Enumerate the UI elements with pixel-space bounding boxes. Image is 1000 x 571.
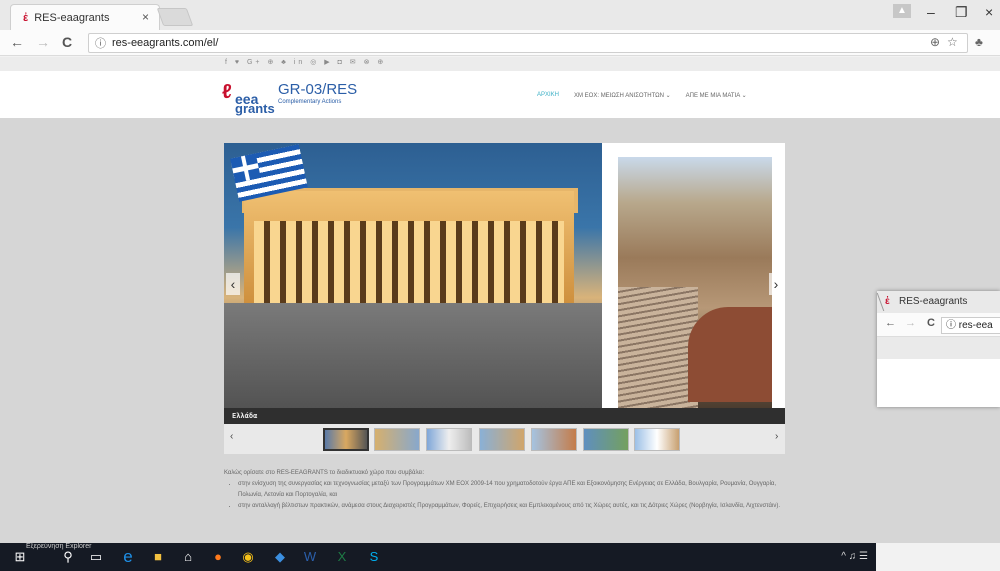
skype-icon[interactable]: S [366, 549, 382, 565]
theatre-seats [618, 287, 698, 409]
site-title: GR-03/RES [278, 81, 358, 98]
user-profile-icon[interactable]: ▲ [893, 4, 911, 18]
site-header: ℓ eea grants GR-03/RES Complementary Act… [0, 71, 1000, 118]
zoom-icon[interactable]: ⊕ [930, 35, 940, 49]
intro-content: Καλώς ορίσατε στο RES-EEAGRANTS το διαδι… [224, 468, 789, 512]
logo-grants: grants [235, 101, 275, 116]
search-icon[interactable]: ⚲ [60, 549, 76, 565]
floating-url: res-eea [958, 320, 993, 331]
floating-tab[interactable]: ἐ RES-eaagrants [876, 291, 1000, 313]
floating-page-strip [877, 337, 1000, 359]
thumbnail-bar: ‹ › [224, 424, 785, 454]
dropbox-icon[interactable]: ◆ [272, 549, 288, 565]
new-tab-button[interactable] [156, 8, 194, 26]
tab-title: RES-eaagrants [34, 11, 110, 24]
list-item: στην ανταλλαγή βέλτιστων πρακτικών, ανάμ… [238, 501, 789, 512]
list-item: στην ενίσχυση της συνεργασίας και τεχνογ… [238, 479, 789, 501]
tab-close-icon[interactable]: × [142, 10, 149, 24]
floating-browser-window[interactable]: ἐ RES-eaagrants ← → C ⓘ res-eea [876, 291, 1000, 407]
slide-caption: Ελλάδα [224, 408, 785, 424]
task-view-icon[interactable]: ▭ [88, 549, 104, 565]
thumb-2[interactable] [374, 428, 420, 451]
favicon-icon: ἐ [23, 11, 29, 24]
floating-tab-title: RES-eaagrants [899, 296, 968, 307]
menu-item-home[interactable]: ΑΡΧΙΚΗ [537, 92, 559, 99]
slider-prev-button[interactable]: ‹ [226, 273, 240, 295]
social-bar: f ♥ G+ ⊕ ♣ in ◎ ▶ ◘ ✉ ⊗ ⊕ [0, 57, 1000, 71]
thumb-1[interactable] [323, 428, 369, 451]
menu-item-programs[interactable]: ΧΜ ΕΟΧ: ΜΕΙΩΣΗ ΑΝΙΣΟΤΗΤΩΝ ⌄ [574, 92, 671, 99]
start-button-icon[interactable]: ⊞ [12, 549, 28, 565]
back-icon[interactable]: ← [885, 317, 896, 329]
browser-tab[interactable]: ἐ RES-eaagrants × [10, 4, 160, 30]
site-info-icon[interactable]: ⓘ [95, 35, 106, 51]
floating-toolbar: ← → C ⓘ res-eea [877, 313, 1000, 337]
thumbs-next-button[interactable]: › [775, 431, 778, 442]
reload-icon[interactable]: C [927, 317, 935, 329]
windows-taskbar: Εξερεύνηση Explorer ⊞ ⚲ ▭ e ■ ⌂ ● ◉ ◆ W … [0, 543, 876, 571]
taskbar-tooltip: Εξερεύνηση Explorer [26, 543, 92, 550]
tab-strip: ἐ RES-eaagrants × ▲ – ❐ × [0, 0, 1000, 30]
acropolis-rock [224, 303, 602, 424]
word-icon[interactable]: W [302, 549, 318, 565]
forward-button[interactable]: → [36, 34, 50, 50]
store-icon[interactable]: ⌂ [180, 549, 196, 565]
back-button[interactable]: ← [10, 34, 24, 50]
bookmark-star-icon[interactable]: ☆ [947, 35, 958, 49]
edge-icon[interactable]: e [120, 548, 136, 565]
close-window-button[interactable]: × [985, 4, 993, 20]
favicon-icon: ἐ [885, 296, 890, 307]
social-icons[interactable]: f ♥ G+ ⊕ ♣ in ◎ ▶ ◘ ✉ ⊗ ⊕ [225, 58, 386, 66]
file-explorer-icon[interactable]: ■ [150, 549, 166, 565]
thumb-6[interactable] [583, 428, 629, 451]
browser-toolbar: ← → C ⓘ res-eeagrants.com/el/ ⊕ ☆ ♣ [0, 30, 1000, 56]
firefox-icon[interactable]: ● [210, 549, 226, 565]
thumb-4[interactable] [479, 428, 525, 451]
theatre-stage [688, 307, 772, 402]
logo-mark-icon: ℓ [222, 81, 232, 103]
system-tray[interactable]: ^ ♫ ☰ [841, 551, 868, 562]
tab-edge [876, 293, 885, 311]
desktop-background [876, 543, 1000, 571]
url-text: res-eeagrants.com/el/ [112, 37, 219, 49]
main-menu: ΑΡΧΙΚΗ ΧΜ ΕΟΧ: ΜΕΙΩΣΗ ΑΝΙΣΟΤΗΤΩΝ ⌄ ΑΠΕ Μ… [537, 92, 747, 99]
thumb-7[interactable] [634, 428, 680, 451]
odeon-image [618, 157, 772, 409]
site-subtitle: Complementary Actions [278, 99, 342, 105]
intro-text: Καλώς ορίσατε στο RES-EEAGRANTS το διαδι… [224, 470, 425, 476]
minimize-button[interactable]: – [927, 4, 935, 20]
excel-icon[interactable]: X [334, 549, 350, 565]
thumb-3[interactable] [426, 428, 472, 451]
address-bar[interactable]: ⓘ res-eeagrants.com/el/ [88, 33, 968, 53]
thumbs-prev-button[interactable]: ‹ [230, 431, 233, 442]
parthenon-image [224, 143, 602, 424]
web-page: f ♥ G+ ⊕ ♣ in ◎ ▶ ◘ ✉ ⊗ ⊕ ℓ eea grants G… [0, 57, 1000, 543]
image-slider: ‹ › Ελλάδα [224, 143, 785, 424]
floating-address-bar[interactable]: ⓘ res-eea [941, 317, 1000, 334]
chrome-icon[interactable]: ◉ [240, 549, 256, 565]
restore-button[interactable]: ❐ [955, 4, 968, 21]
thumb-5[interactable] [531, 428, 577, 451]
intro-list: στην ενίσχυση της συνεργασίας και τεχνογ… [238, 479, 789, 512]
menu-item-res-overview[interactable]: ΑΠΕ ΜΕ ΜΙΑ ΜΑΤΙΑ ⌄ [686, 92, 747, 99]
extension-icon[interactable]: ♣ [975, 35, 983, 49]
forward-icon[interactable]: → [905, 317, 916, 329]
reload-button[interactable]: C [62, 34, 72, 50]
slider-next-button[interactable]: › [769, 273, 783, 295]
